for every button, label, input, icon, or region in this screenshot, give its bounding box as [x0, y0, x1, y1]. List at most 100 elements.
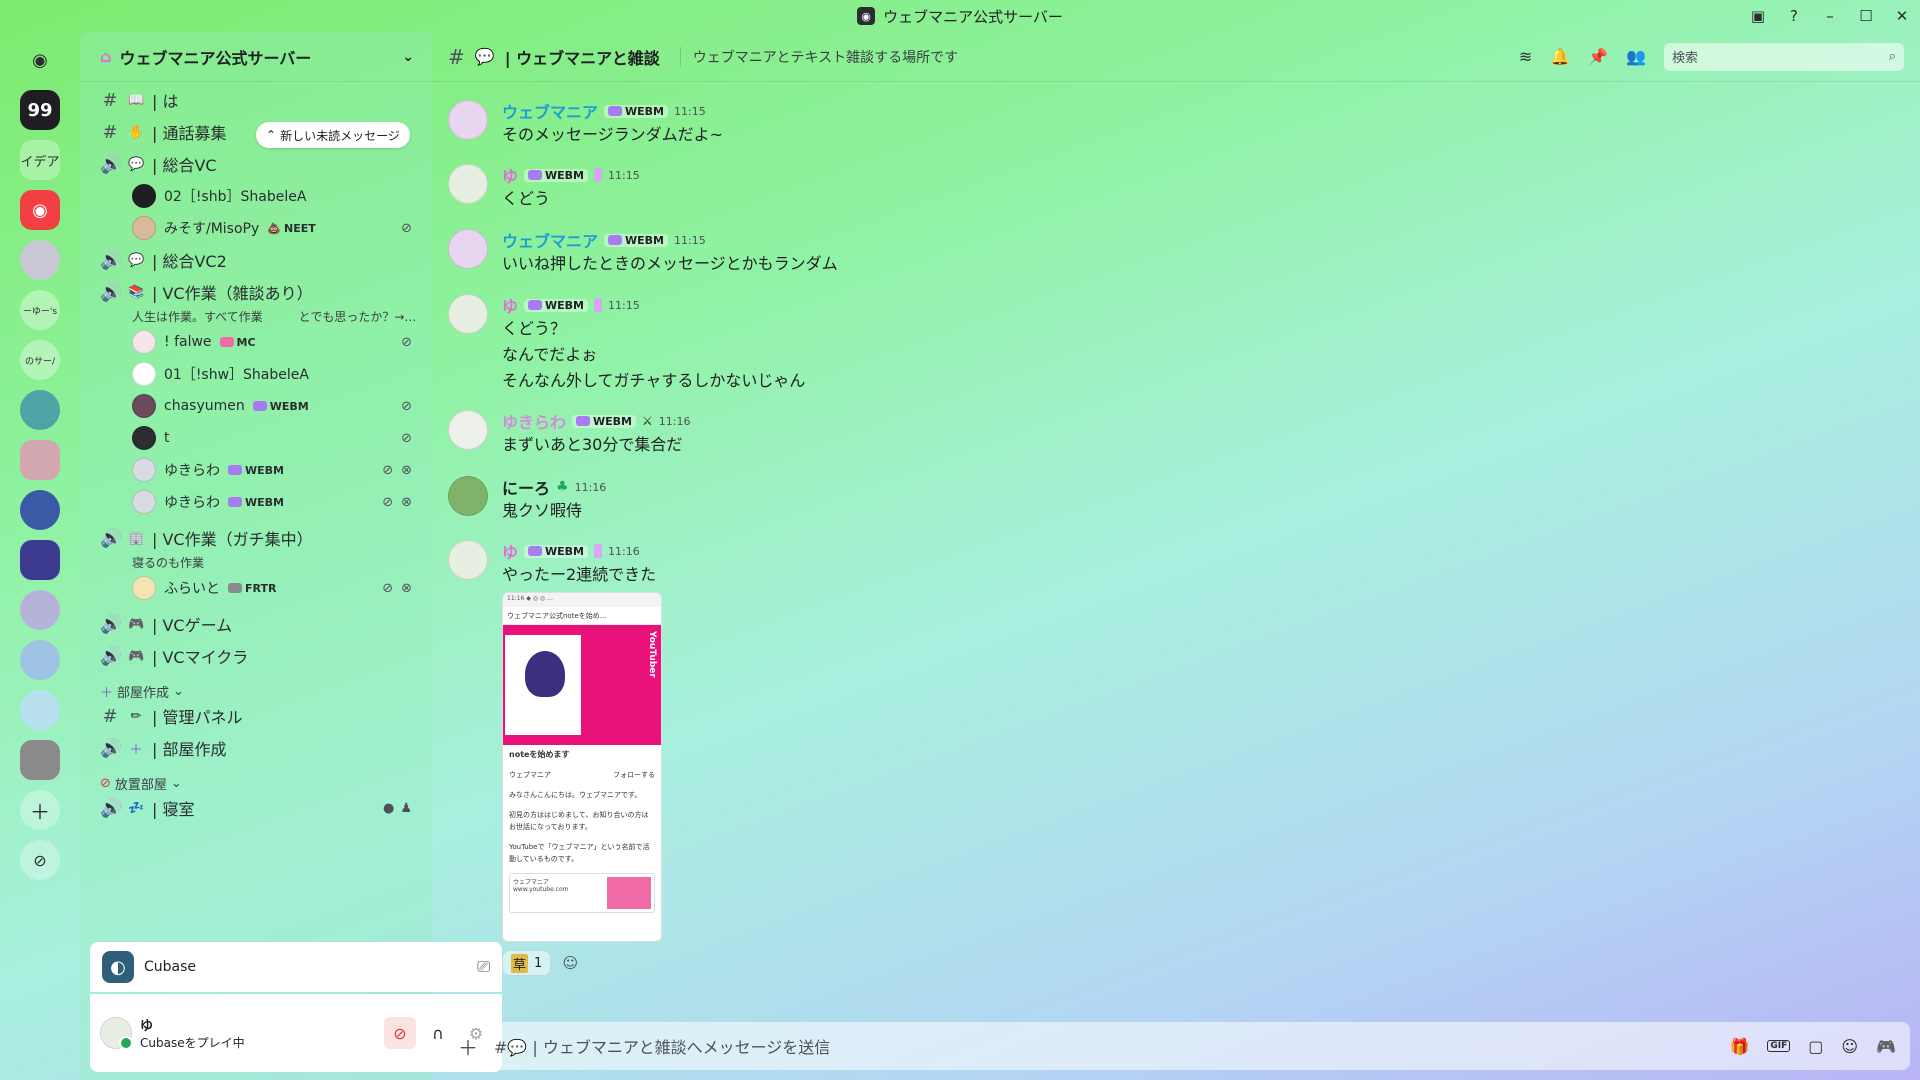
- voice-user[interactable]: chasyumen WEBM ⊘: [92, 390, 420, 422]
- channel-topic[interactable]: ウェブマニアとテキスト雑談する場所です: [679, 46, 958, 67]
- message-author[interactable]: にーろ: [502, 475, 550, 499]
- voice-user-name: chasyumen: [164, 398, 245, 414]
- channel-sougou-vc2[interactable]: 🔊 💬 | 総合VC2: [92, 244, 420, 276]
- emoji-icon[interactable]: ☺: [1841, 1037, 1858, 1056]
- avatar[interactable]: [448, 410, 488, 450]
- gamepad-icon[interactable]: 🎮: [1876, 1037, 1896, 1056]
- plus-icon[interactable]: ＋: [456, 1034, 480, 1060]
- message-author[interactable]: ゆ: [502, 163, 518, 187]
- username: ゆ: [140, 1019, 154, 1034]
- server-icon-manga[interactable]: [20, 440, 60, 480]
- mic-muted-icon[interactable]: ⊘: [384, 1017, 416, 1049]
- channel-vc-sagyou-gachi[interactable]: 🔊 🏢 | VC作業（ガチ集中）: [92, 522, 420, 554]
- server-icon-yu[interactable]: ーゆー's: [20, 290, 60, 330]
- message[interactable]: ゆ WEBM 11:16 やったー2連続できた 11:16 ◆ ◎ ◎ … ウェ…: [448, 540, 662, 976]
- role-tag-label: WEBM: [593, 414, 632, 428]
- channel-heya-sakusei[interactable]: 🔊 ＋ | 部屋作成: [92, 732, 420, 764]
- avatar[interactable]: [448, 100, 488, 140]
- voice-user[interactable]: 01［!shw］ShabeleA: [92, 358, 420, 390]
- message[interactable]: ウェブマニア WEBM 11:15 いいね押したときのメッセージとかもランダム: [448, 229, 838, 277]
- plus-icon: ＋: [129, 742, 143, 758]
- channel-vc-game[interactable]: 🔊 🎮 | VCゲーム: [92, 608, 420, 640]
- server-icon-cat[interactable]: [20, 390, 60, 430]
- maximize-button[interactable]: ☐: [1848, 0, 1884, 32]
- webm-icon: [228, 497, 242, 507]
- message-author[interactable]: ウェブマニア: [502, 228, 598, 252]
- inbox-icon[interactable]: ▣: [1740, 0, 1776, 32]
- category-houchi-beya[interactable]: ⊘ 放置部屋 ⌄: [92, 764, 420, 793]
- avatar[interactable]: [448, 164, 488, 204]
- voice-user[interactable]: 02［!shb］ShabeleA: [92, 180, 420, 212]
- attachment-body-text: みなさんこんにちは。ウェブマニアです。: [509, 791, 642, 799]
- bell-icon[interactable]: 🔔: [1550, 47, 1570, 66]
- help-icon[interactable]: ?: [1776, 0, 1812, 32]
- voice-user[interactable]: ふらいと FRTR ⊘ ⊗: [92, 572, 420, 604]
- message[interactable]: ゆきらわ WEBM ⚔ 11:16 まずいあと30分で集合だ: [448, 410, 690, 458]
- message-author[interactable]: ゆ: [502, 539, 518, 563]
- avatar[interactable]: [448, 294, 488, 334]
- add-server-icon[interactable]: ＋: [20, 790, 60, 830]
- message[interactable]: ゆ WEBM 11:15 くどう？ なんでだよぉ そんなん外してガチャするしかな…: [448, 294, 805, 394]
- voice-user[interactable]: みそす/MisoPy 💩 NEET ⊘: [92, 212, 420, 244]
- voice-user[interactable]: t ⊘: [92, 422, 420, 454]
- message[interactable]: にーろ ♣ 11:16 鬼クソ暇侍: [448, 476, 606, 524]
- reaction[interactable]: 草 1: [502, 950, 552, 976]
- threads-icon[interactable]: ≋: [1519, 47, 1532, 66]
- channel-shinshitsu[interactable]: 🔊 💤 | 寝室 ● ♟: [92, 792, 420, 824]
- message-author[interactable]: ウェブマニア: [502, 99, 598, 123]
- message[interactable]: ウェブマニア WEBM 11:15 そのメッセージランダムだよ~: [448, 100, 723, 148]
- server-icon-saba[interactable]: のサー/: [20, 340, 60, 380]
- voice-user[interactable]: ! falwe MC ⊘: [92, 326, 420, 358]
- gift-icon[interactable]: 🎁: [1729, 1037, 1749, 1056]
- server-icon-discord[interactable]: ◉: [20, 190, 60, 230]
- new-unread-pill[interactable]: ⌃ 新しい未読メッセージ: [256, 122, 410, 148]
- chat-icon[interactable]: ●: [383, 801, 394, 816]
- voice-user[interactable]: ゆきらわ WEBM ⊘ ⊗: [92, 454, 420, 486]
- server-icon-anime2[interactable]: [20, 590, 60, 630]
- category-heya-sakusei[interactable]: ＋部屋作成 ⌄: [92, 672, 420, 701]
- avatar[interactable]: [448, 540, 488, 580]
- channel-c1[interactable]: # 📖 | は: [92, 84, 420, 116]
- channel-kanri-panel[interactable]: # ✏ | 管理パネル: [92, 700, 420, 732]
- search-input[interactable]: 検索 ⌕: [1664, 42, 1904, 71]
- voice-user-name: ゆきらわ: [164, 463, 220, 479]
- add-reaction-icon[interactable]: ☺: [557, 950, 583, 976]
- server-icon-idea[interactable]: イデア: [20, 140, 60, 180]
- discord-home-icon[interactable]: ◉: [20, 40, 60, 80]
- server-icon-building[interactable]: [20, 690, 60, 730]
- add-member-icon[interactable]: ♟: [400, 801, 412, 816]
- message-composer[interactable]: ＋ #💬 | ウェブマニアと雑談へメッセージを送信 🎁 GIF ▢ ☺ 🎮: [442, 1022, 1910, 1070]
- avatar[interactable]: [448, 229, 488, 269]
- channel-vc-sagyou-zatsudan[interactable]: 🔊 📚 | VC作業（雑談あり）: [92, 276, 420, 308]
- webm-icon: [228, 465, 242, 475]
- server-icon-glasses[interactable]: [20, 740, 60, 780]
- members-icon[interactable]: 👥: [1626, 47, 1646, 66]
- explore-icon[interactable]: ⊘: [20, 840, 60, 880]
- server-icon-anime3[interactable]: [20, 640, 60, 680]
- pin-icon[interactable]: 📌: [1588, 47, 1608, 66]
- message-author[interactable]: ゆ: [502, 293, 518, 317]
- voice-user[interactable]: ゆきらわ WEBM ⊘ ⊗: [92, 486, 420, 518]
- channel-sougou-vc[interactable]: 🔊 💬 | 総合VC: [92, 148, 420, 180]
- gif-icon[interactable]: GIF: [1767, 1040, 1791, 1052]
- message[interactable]: ゆ WEBM 11:15 くどう: [448, 164, 640, 212]
- avatar[interactable]: [100, 1017, 133, 1050]
- close-button[interactable]: ✕: [1884, 0, 1920, 32]
- gem-icon: [594, 544, 602, 558]
- sticker-icon[interactable]: ▢: [1808, 1037, 1823, 1056]
- server-icon-suit[interactable]: [20, 490, 60, 530]
- image-attachment[interactable]: 11:16 ◆ ◎ ◎ … ウェブマニア公式noteを始め... YouTube…: [502, 592, 662, 942]
- server-icon-99[interactable]: 99: [20, 90, 60, 130]
- sword-icon: ⚔: [642, 414, 653, 428]
- message-author[interactable]: ゆきらわ: [502, 409, 566, 433]
- window-title: ◉ ウェブマニア公式サーバー: [857, 6, 1063, 27]
- server-header[interactable]: ⌂ ウェブマニア公式サーバー ⌄: [80, 32, 432, 82]
- server-icon-girl[interactable]: [20, 240, 60, 280]
- server-icon-anime1[interactable]: [20, 540, 60, 580]
- avatar[interactable]: [448, 476, 488, 516]
- minimize-button[interactable]: –: [1812, 0, 1848, 32]
- channel-vc-minecraft[interactable]: 🔊 🎮 | VCマイクラ: [92, 640, 420, 672]
- mic-muted-icon: ⊘: [382, 494, 394, 510]
- mic-muted-icon: ⊘: [401, 430, 412, 446]
- user-info[interactable]: ゆ Cubaseをプレイ中: [140, 1015, 245, 1051]
